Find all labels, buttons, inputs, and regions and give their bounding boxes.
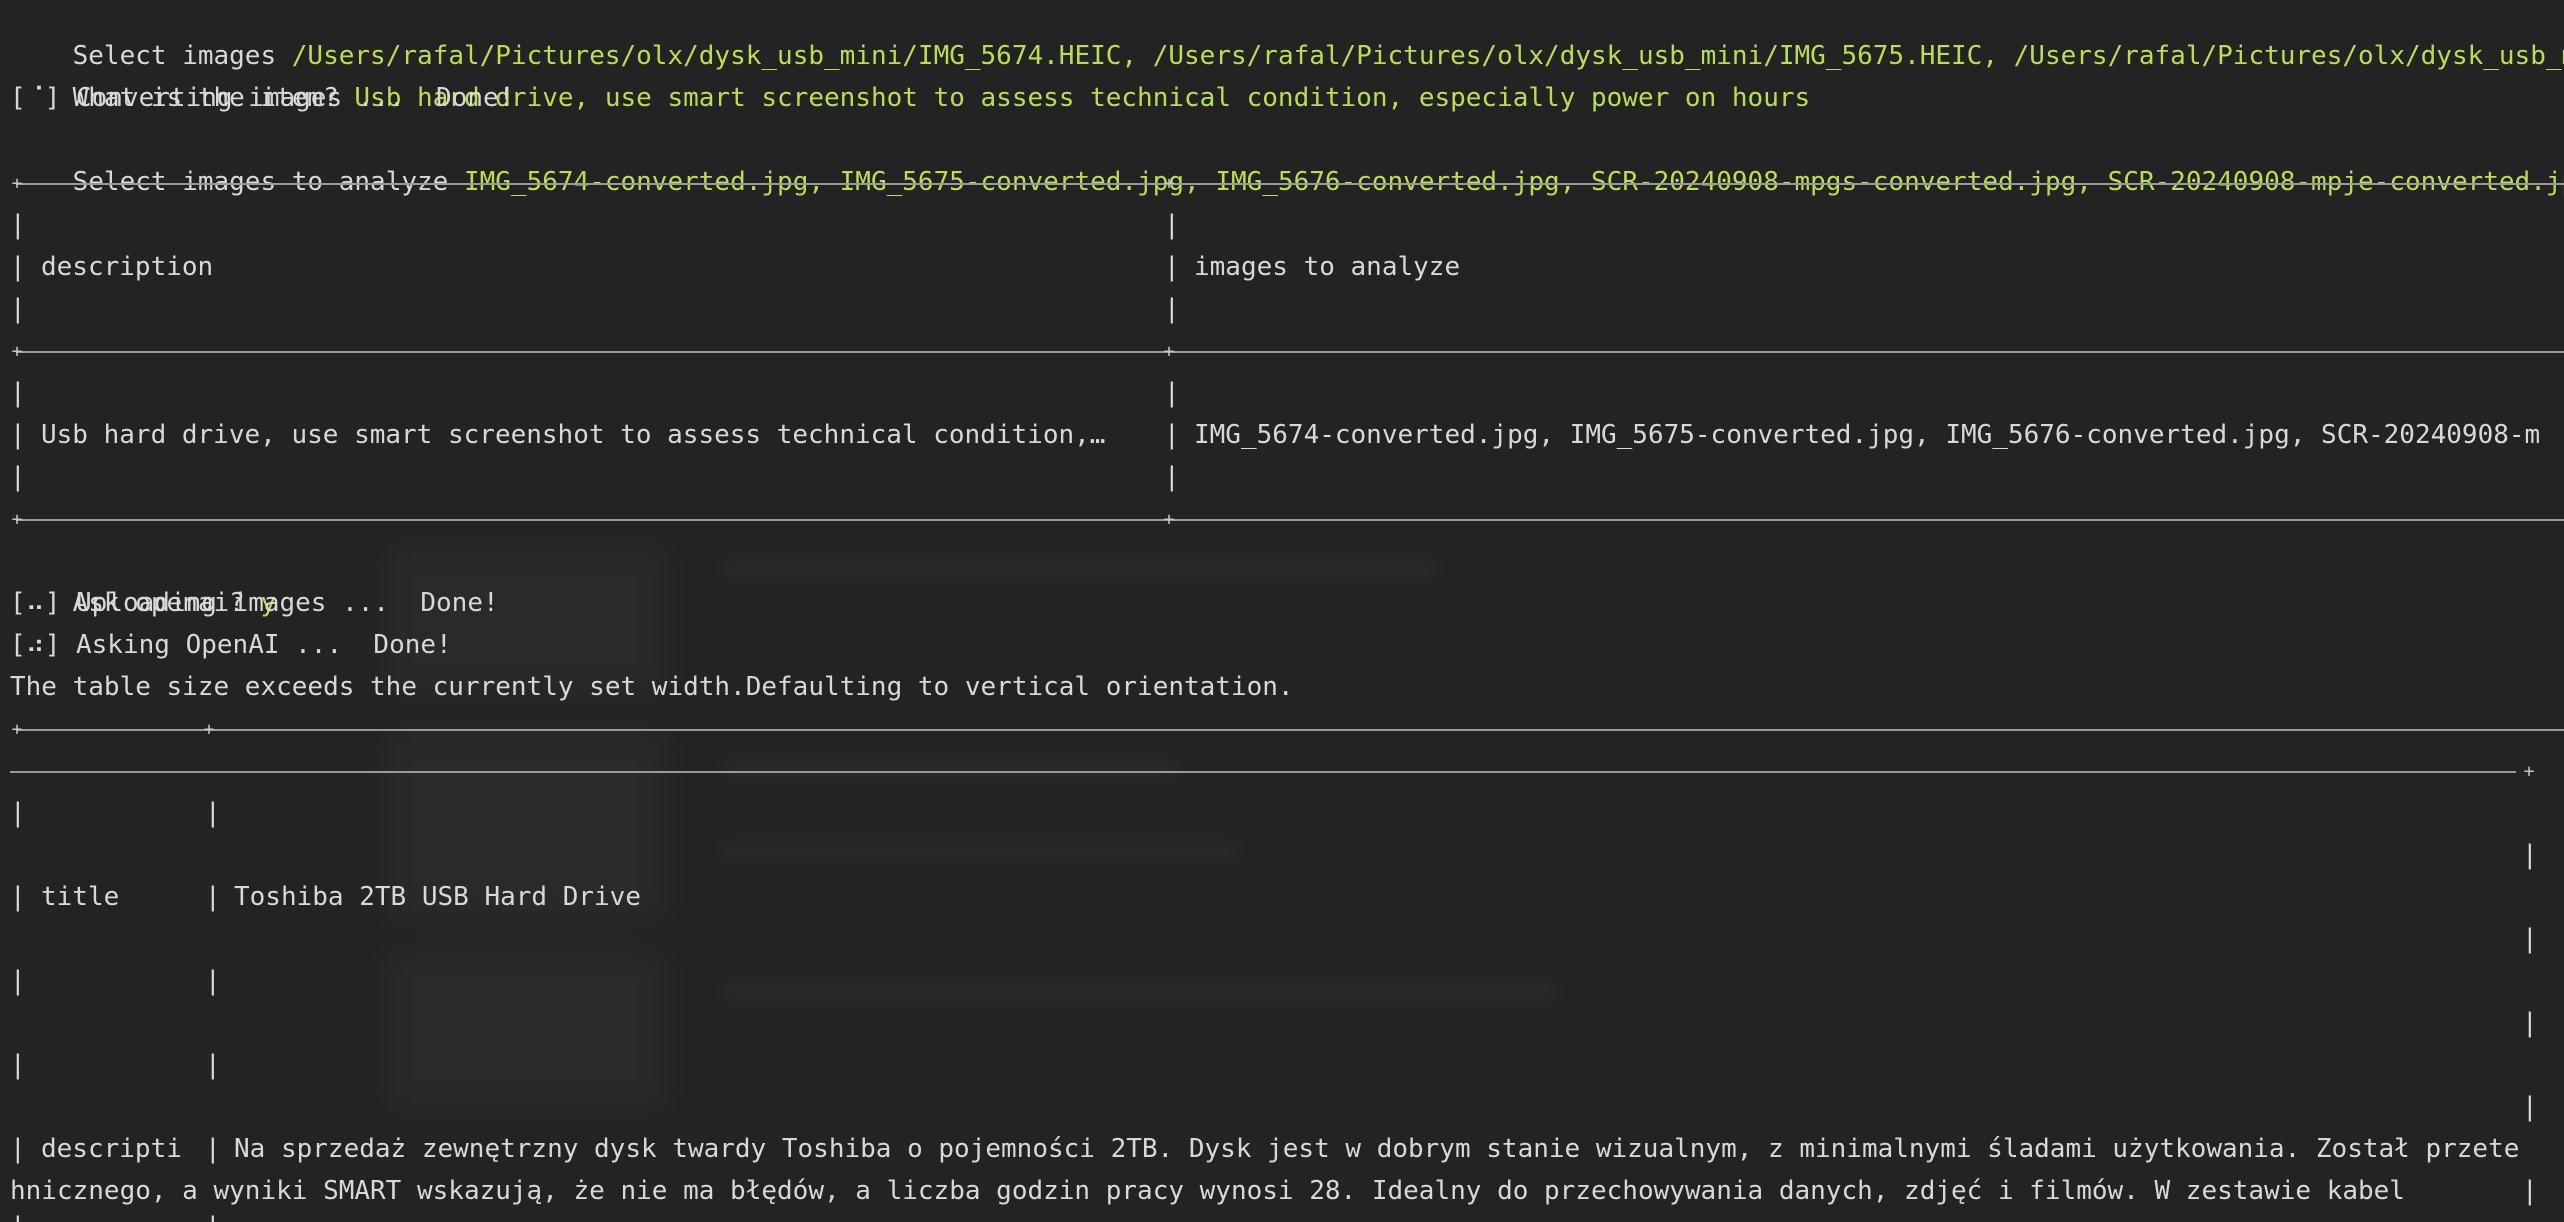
item-description-line: What is the item? Usb hard drive, use sm… [10,35,1811,113]
select-images-line: Select images /Users/rafal/Pictures/olx/… [10,0,2564,71]
result-table-wrapped-right-corner: + [2523,761,2535,782]
input-table-mid-pipe-row-top: | [1164,378,1180,408]
input-table-top-middle-corner: + [1163,173,1175,194]
select-analyze-line: Select images to analyze IMG_5674-conver… [10,119,2564,197]
input-table-header-divider [16,351,2564,353]
blurred-background-thumbnail-3 [385,950,665,1110]
table-width-warning: The table size exceeds the currently set… [10,672,1294,702]
input-table-mid-pipe-top: | [1164,210,1180,240]
input-table-header-left-corner: + [11,341,23,362]
result-table-title-pipe-mid-top: | [205,798,221,828]
result-table-title-value: Toshiba 2TB USB Hard Drive [234,882,641,912]
result-table-spacer-pipe-mid-2: | [205,1050,221,1080]
input-table-left-pipe-row: | [10,420,26,450]
result-table-title-pipe-left: | [10,882,26,912]
blurred-background-text-2 [720,760,1180,778]
result-table-description-pipe-mid: | [205,1134,221,1164]
result-table-spacer-pipe-left-1: | [10,966,26,996]
input-table-top-border [16,183,2564,185]
input-table-mid-pipe-bottom: | [1164,294,1180,324]
terminal-window: Select images /Users/rafal/Pictures/olx/… [0,0,2564,1222]
result-table-spacer-pipe-right-1: | [2522,1008,2538,1038]
result-table-title-pipe-right-top: | [2522,840,2538,870]
input-table-left-pipe-bottom: | [10,294,26,324]
result-table-cut-off-pipe-mid: | [205,1212,221,1222]
input-table-header-description: description [41,252,214,282]
asking-status-line: [⠴] Asking OpenAI ... Done! [10,630,452,660]
result-table-title-pipe-left-top: | [10,798,26,828]
result-table-top-middle-corner: + [203,719,215,740]
result-table-title-key: title [41,882,120,912]
result-table-cut-off-pipe-left: | [10,1212,26,1222]
result-table-description-pipe-right: | [2522,1176,2538,1206]
select-analyze-prompt: Select images to analyze [72,167,464,197]
input-table-mid-pipe-header: | [1164,252,1180,282]
blurred-background-text-3 [720,842,1240,860]
result-table-spacer-pipe-right-2: | [2522,1092,2538,1122]
ask-openai-line: Ask openai? y [10,540,277,618]
input-table-left-pipe-header: | [10,252,26,282]
item-description-value: Usb hard drive, use smart screenshot to … [354,83,1811,113]
converting-status-line: [⠈] Converting images ... Done! [10,83,515,113]
blurred-background-text-1 [720,560,1440,578]
blurred-background-text-4 [720,982,1560,1000]
result-table-spacer-pipe-mid-1: | [205,966,221,996]
result-table-description-line-1: Na sprzedaż zewnętrzny dysk twardy Toshi… [234,1134,2520,1164]
result-table-top-border [16,729,2564,731]
result-table-description-pipe-left: | [10,1134,26,1164]
input-table-header-images: images to analyze [1194,252,1461,282]
input-table-description-value: Usb hard drive, use smart screenshot to … [41,420,1106,450]
result-table-spacer-pipe-left-2: | [10,1050,26,1080]
input-table-top-left-corner: + [11,173,23,194]
result-table-wrapped-border [10,771,2516,773]
input-table-left-pipe-row-top: | [10,378,26,408]
input-table-bottom-middle-corner: + [1163,509,1175,530]
result-table-description-key: descripti [41,1134,182,1164]
input-table-bottom-border [16,519,2564,521]
input-table-images-value: IMG_5674-converted.jpg, IMG_5675-convert… [1194,420,2541,450]
input-table-mid-pipe-row-bottom: | [1164,462,1180,492]
result-table-title-pipe-mid: | [205,882,221,912]
input-table-mid-pipe-row: | [1164,420,1180,450]
result-table-title-pipe-right: | [2522,924,2538,954]
result-table-top-left-corner: + [11,719,23,740]
result-table-description-line-2: hnicznego, a wyniki SMART wskazują, że n… [10,1176,2405,1206]
input-table-left-pipe-row-bottom: | [10,462,26,492]
input-table-header-middle-corner: + [1163,341,1175,362]
input-table-bottom-left-corner: + [11,509,23,530]
uploading-status-line: [⠤] Uploading images ... Done! [10,588,499,618]
select-analyze-value: IMG_5674-converted.jpg, IMG_5675-convert… [463,167,2564,197]
input-table-left-pipe-top: | [10,210,26,240]
